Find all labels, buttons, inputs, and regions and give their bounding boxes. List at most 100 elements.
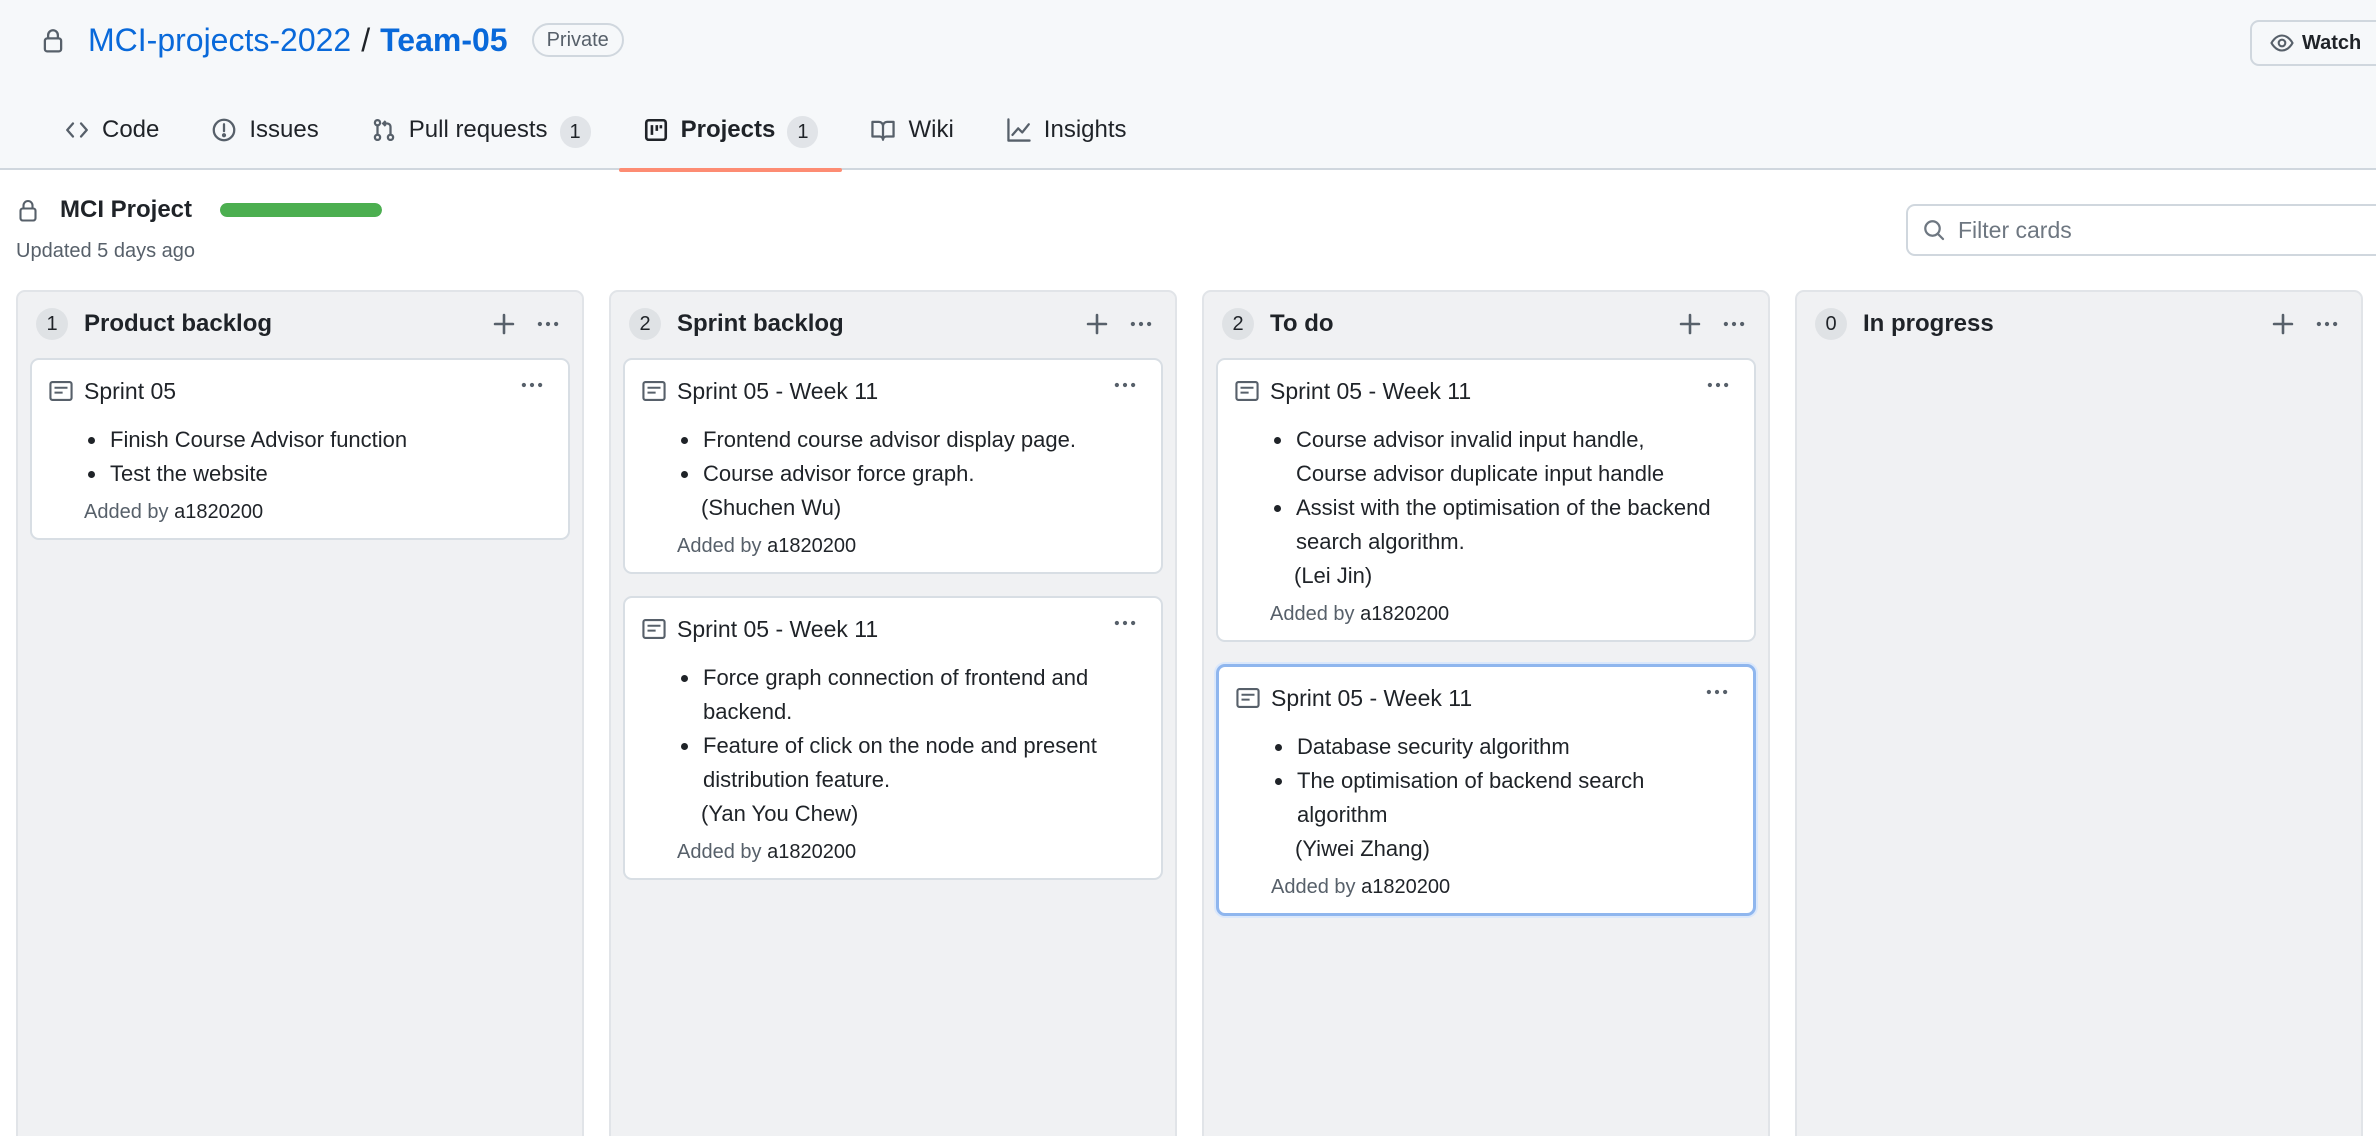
added-by-user-link[interactable]: a1820200 [767,841,856,863]
added-prefix: Added by [1270,603,1355,625]
list-item: Force graph connection of frontend and b… [701,661,1101,729]
card-title: Sprint 05 - Week 11 [677,377,879,404]
added-by-user-link[interactable]: a1820200 [767,535,856,557]
lock-icon [43,29,63,53]
list-item: Assist with the optimisation of the back… [1294,491,1714,559]
updated-timestamp: Updated 5 days ago [16,240,196,262]
added-prefix: Added by [84,501,169,523]
watch-label: Watch [2302,31,2362,54]
search-icon [1924,220,1945,241]
column-card-count: 1 [36,308,68,340]
column-sprint-backlog: 2 Sprint backlog Sprint 05 - Week 11 Fro… [609,290,1177,1136]
card-added-by: Added by a1820200 [1271,876,1737,899]
column-card-count: 2 [1222,308,1254,340]
code-icon [66,122,88,138]
note-icon [49,381,73,401]
card-menu-button[interactable] [1697,677,1737,707]
added-prefix: Added by [677,841,762,863]
repo-name-link[interactable]: Team-05 [380,22,507,59]
note-card[interactable]: Sprint 05 Finish Course Advisor function… [30,358,570,540]
card-bullet-list: Frontend course advisor display page. Co… [701,423,1145,491]
list-item: Feature of click on the node and present… [701,729,1101,797]
tab-projects[interactable]: Projects 1 [618,100,843,172]
pull-request-icon [373,118,394,142]
column-menu-button[interactable] [1119,304,1163,344]
tab-label: Insights [1043,116,1127,143]
watch-button[interactable]: Watch [2250,20,2376,66]
added-prefix: Added by [677,535,762,557]
note-icon [642,619,666,639]
eye-icon [2270,34,2294,52]
tab-label: Issues [249,116,319,143]
card-bullet-list: Force graph connection of frontend and b… [701,661,1101,797]
card-assignee-note: (Yiwei Zhang) [1295,836,1430,861]
column-title: In progress [1863,310,1994,337]
tab-pull-requests[interactable]: Pull requests 1 [347,100,615,170]
added-by-user-link[interactable]: a1820200 [1361,876,1450,898]
card-bullet-list: Course advisor invalid input handle, Cou… [1294,423,1714,559]
column-menu-button[interactable] [526,304,570,344]
column-product-backlog: 1 Product backlog Sprint 05 Finish Cours… [16,290,584,1136]
added-by-user-link[interactable]: a1820200 [1360,603,1449,625]
note-icon [1235,381,1259,401]
book-icon [871,120,896,141]
tab-label: Code [102,116,160,143]
added-by-user-link[interactable]: a1820200 [174,501,263,523]
kebab-horizontal-icon [1130,321,1152,327]
plus-icon [2272,313,2294,335]
column-to-do: 2 To do Sprint 05 - Week 11 Course advis… [1202,290,1770,1136]
card-menu-button[interactable] [1105,608,1145,638]
tab-counter: 1 [787,116,819,148]
repo-owner-link[interactable]: MCI-projects-2022 [88,22,351,59]
tab-issues[interactable]: Issues [187,100,342,170]
tab-counter: 1 [559,116,591,148]
card-title: Sprint 05 - Week 11 [1271,684,1473,711]
tab-wiki[interactable]: Wiki [846,100,977,170]
card-bullet-list: Database security algorithm The optimisa… [1295,730,1715,832]
repo-header: MCI-projects-2022 / Team-05 Private Watc… [0,0,2376,172]
tab-label: Wiki [908,116,954,143]
kebab-horizontal-icon [1706,689,1728,695]
column-title: Sprint backlog [677,310,844,337]
list-item: Course advisor invalid input handle, Cou… [1294,423,1714,491]
card-title: Sprint 05 - Week 11 [1270,377,1472,404]
note-card[interactable]: Sprint 05 - Week 11 Force graph connecti… [623,596,1163,880]
card-added-by: Added by a1820200 [677,841,1145,864]
tab-insights[interactable]: Insights [982,100,1151,170]
repo-tabs: Code Issues Pull requests 1 Projects 1 W… [40,100,1155,172]
column-menu-button[interactable] [1712,304,1756,344]
visibility-badge: Private [531,23,624,57]
column-menu-button[interactable] [2305,304,2349,344]
progress-fill [220,203,383,217]
card-title: Sprint 05 - Week 11 [677,615,879,642]
note-card[interactable]: Sprint 05 - Week 11 Course advisor inval… [1216,358,1756,642]
note-card[interactable]: Sprint 05 - Week 11 Frontend course advi… [623,358,1163,574]
card-added-by: Added by a1820200 [84,501,552,524]
add-card-button[interactable] [482,304,526,344]
note-icon [642,381,666,401]
list-item: Test the website [108,457,552,491]
filter-cards-input[interactable] [1958,216,2358,244]
kebab-horizontal-icon [521,382,543,388]
add-card-button[interactable] [2261,304,2305,344]
repo-title: MCI-projects-2022 / Team-05 Private [40,18,624,62]
note-card[interactable]: Sprint 05 - Week 11 Database security al… [1216,664,1756,916]
list-item: Frontend course advisor display page. [701,423,1145,457]
card-menu-button[interactable] [1105,370,1145,400]
filter-cards-box [1906,204,2376,256]
kebab-horizontal-icon [537,321,559,327]
column-card-count: 2 [629,308,661,340]
tab-code[interactable]: Code [40,100,183,170]
add-card-button[interactable] [1668,304,1712,344]
add-card-button[interactable] [1075,304,1119,344]
project-bar: MCI Project Updated 5 days ago [16,196,383,263]
lock-icon [19,199,37,222]
card-assignee-note: (Lei Jin) [1294,563,1373,588]
tab-label: Projects [680,116,776,143]
card-menu-button[interactable] [1698,370,1738,400]
list-item: The optimisation of backend search algor… [1295,764,1715,832]
plus-icon [1086,313,1108,335]
project-title[interactable]: MCI Project [60,196,192,224]
project-progress-bar [220,203,383,217]
card-menu-button[interactable] [512,370,552,400]
